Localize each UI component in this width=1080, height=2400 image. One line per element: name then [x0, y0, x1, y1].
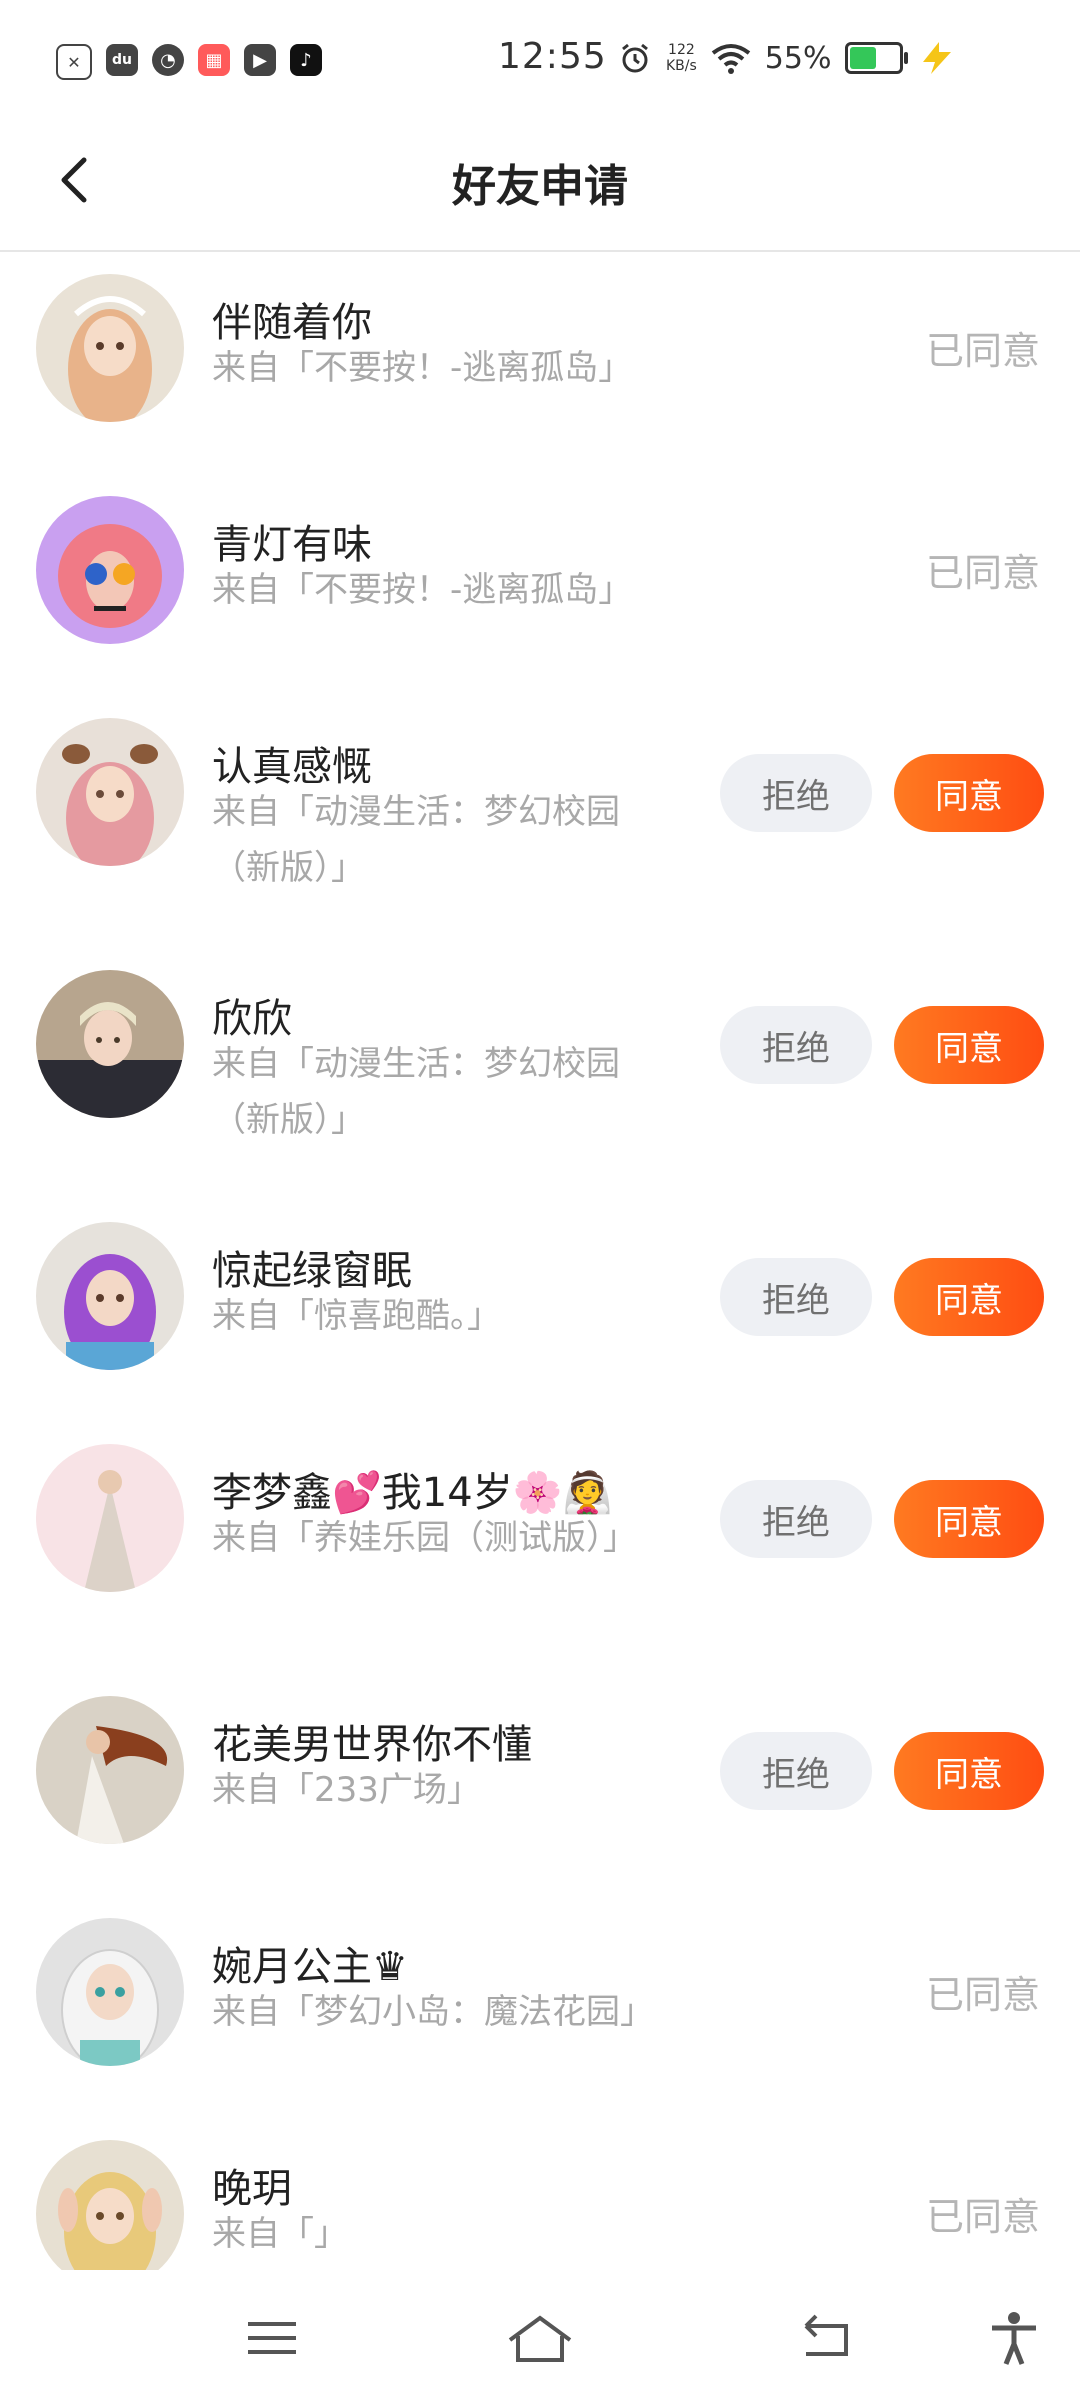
reject-button[interactable]: 拒绝	[720, 1006, 872, 1084]
request-source: 来自「不要按！-逃离孤岛」	[212, 570, 633, 610]
alarm-icon	[622, 43, 648, 73]
reject-button[interactable]: 拒绝	[720, 754, 872, 832]
avatar[interactable]	[36, 2140, 184, 2288]
request-row: 伴随着你 来自「不要按！-逃离孤岛」 已同意	[0, 250, 1080, 472]
request-row: 认真感慨 来自「动漫生活：梦幻校园（新版）」 拒绝 同意	[0, 694, 1080, 946]
speedometer-app-icon: ◔	[152, 44, 184, 76]
reject-button[interactable]: 拒绝	[720, 1480, 872, 1558]
accept-button[interactable]: 同意	[894, 754, 1044, 832]
request-row: 婉月公主♛ 来自「梦幻小岛：魔法花园」 已同意	[0, 1894, 1080, 2116]
request-source: 来自「不要按！-逃离孤岛」	[212, 348, 633, 388]
request-row: 惊起绿窗眠 来自「惊喜跑酷。」 拒绝 同意	[0, 1198, 1080, 1420]
request-source: 来自「动漫生活：梦幻校园（新版）」	[212, 1044, 620, 1140]
home-icon[interactable]	[504, 2310, 576, 2366]
battery-level	[850, 47, 877, 69]
accept-button[interactable]: 同意	[894, 1006, 1044, 1084]
network-speed: 122 KB/s	[666, 42, 697, 74]
reject-button[interactable]: 拒绝	[720, 1732, 872, 1810]
notification-icons: ✕ du ◔ ▦ ▶ ♪	[56, 44, 322, 80]
agreed-status: 已同意	[925, 2195, 1040, 2239]
request-source: 来自「」	[212, 2214, 348, 2254]
request-source: 来自「惊喜跑酷。」	[212, 1296, 501, 1336]
avatar[interactable]	[36, 1696, 184, 1844]
tiktok-app-icon: ♪	[290, 44, 322, 76]
accessibility-icon[interactable]	[984, 2310, 1044, 2366]
avatar[interactable]	[36, 1918, 184, 2066]
agreed-status: 已同意	[925, 1973, 1040, 2017]
agreed-status: 已同意	[925, 551, 1040, 595]
avatar[interactable]	[36, 496, 184, 644]
request-source: 来自「动漫生活：梦幻校园（新版）」	[212, 792, 620, 888]
avatar[interactable]	[36, 274, 184, 422]
system-nav-bar	[0, 2270, 1080, 2400]
accept-button[interactable]: 同意	[894, 1732, 1044, 1810]
battery-percent: 55%	[764, 40, 832, 76]
request-row: 花美男世界你不懂 来自「233广场」 拒绝 同意	[0, 1672, 1080, 1894]
close-app-icon: ✕	[56, 44, 92, 80]
clock: 12:55	[498, 36, 607, 77]
grid-app-icon: ▦	[198, 44, 230, 76]
avatar[interactable]	[36, 970, 184, 1118]
request-row: 李梦鑫💕我14岁🌸👰 来自「养娃乐园（测试版）」 拒绝 同意	[0, 1420, 1080, 1672]
accept-button[interactable]: 同意	[894, 1480, 1044, 1558]
status-bar: ✕ du ◔ ▦ ▶ ♪ 12:55 122 KB/s 55%	[0, 0, 1080, 120]
avatar[interactable]	[36, 718, 184, 866]
header: 好友申请	[0, 120, 1080, 252]
request-source: 来自「养娃乐园（测试版）」	[212, 1518, 637, 1558]
battery-icon	[845, 42, 909, 74]
wifi-icon	[711, 44, 751, 74]
request-source: 来自「梦幻小岛：魔法花园」	[212, 1992, 654, 2032]
agreed-status: 已同意	[925, 329, 1040, 373]
request-row: 欣欣 来自「动漫生活：梦幻校园（新版）」 拒绝 同意	[0, 946, 1080, 1198]
request-row: 青灯有味 来自「不要按！-逃离孤岛」 已同意	[0, 472, 1080, 694]
request-source: 来自「233广场」	[212, 1770, 481, 1810]
menu-icon[interactable]	[242, 2310, 302, 2366]
page-title: 好友申请	[452, 161, 628, 212]
charging-bolt-icon	[923, 42, 952, 74]
avatar[interactable]	[36, 1444, 184, 1592]
du-app-icon: du	[106, 44, 138, 76]
avatar[interactable]	[36, 1222, 184, 1370]
reject-button[interactable]: 拒绝	[720, 1258, 872, 1336]
back-icon[interactable]	[796, 2310, 856, 2366]
video-app-icon: ▶	[244, 44, 276, 76]
accept-button[interactable]: 同意	[894, 1258, 1044, 1336]
